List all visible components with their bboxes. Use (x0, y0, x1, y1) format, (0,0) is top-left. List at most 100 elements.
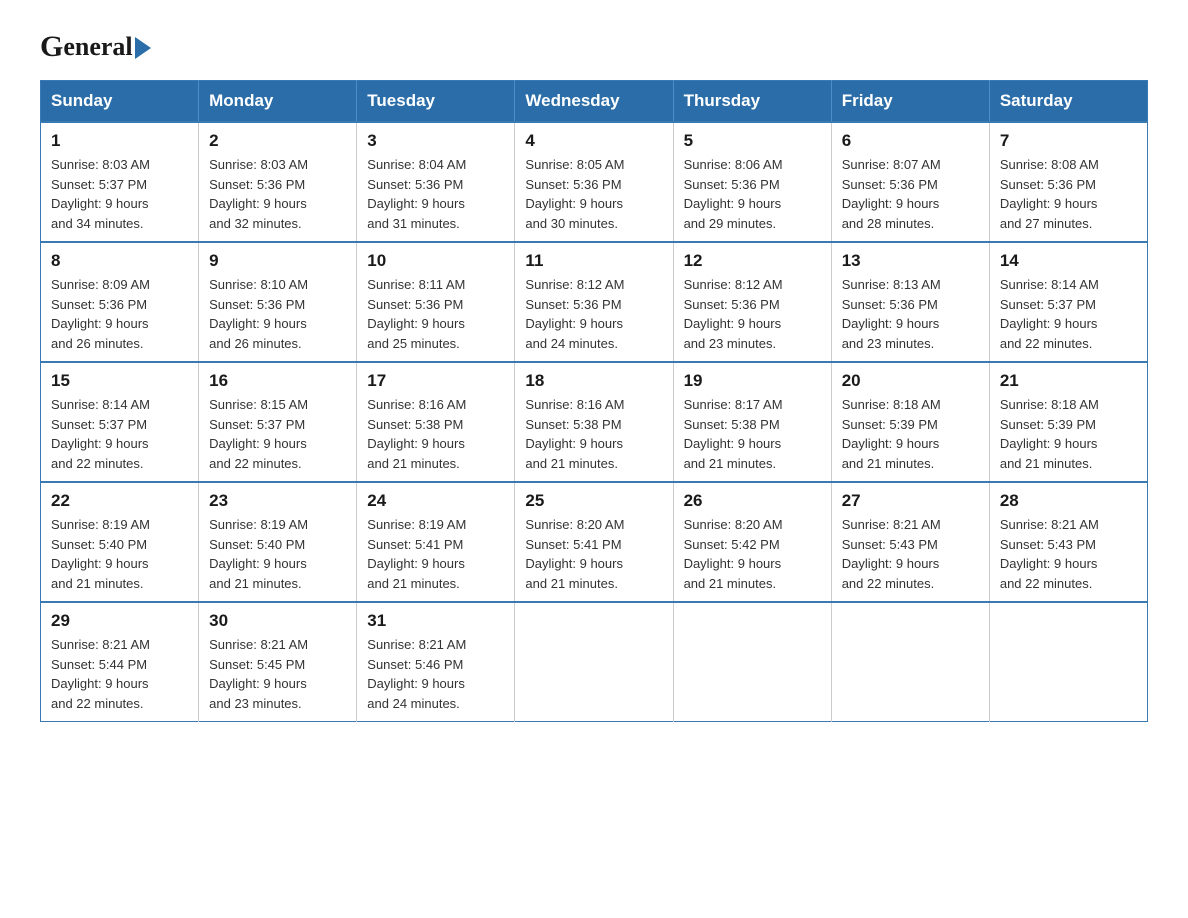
day-info: Sunrise: 8:13 AM Sunset: 5:36 PM Dayligh… (842, 275, 979, 353)
day-info: Sunrise: 8:08 AM Sunset: 5:36 PM Dayligh… (1000, 155, 1137, 233)
calendar-cell: 21 Sunrise: 8:18 AM Sunset: 5:39 PM Dayl… (989, 362, 1147, 482)
day-number: 5 (684, 131, 821, 151)
column-header-thursday: Thursday (673, 81, 831, 123)
day-info: Sunrise: 8:16 AM Sunset: 5:38 PM Dayligh… (525, 395, 662, 473)
calendar-cell: 1 Sunrise: 8:03 AM Sunset: 5:37 PM Dayli… (41, 122, 199, 242)
calendar-header-row: SundayMondayTuesdayWednesdayThursdayFrid… (41, 81, 1148, 123)
day-number: 16 (209, 371, 346, 391)
calendar-week-row: 22 Sunrise: 8:19 AM Sunset: 5:40 PM Dayl… (41, 482, 1148, 602)
day-number: 13 (842, 251, 979, 271)
calendar-cell: 16 Sunrise: 8:15 AM Sunset: 5:37 PM Dayl… (199, 362, 357, 482)
day-info: Sunrise: 8:11 AM Sunset: 5:36 PM Dayligh… (367, 275, 504, 353)
day-number: 1 (51, 131, 188, 151)
day-info: Sunrise: 8:20 AM Sunset: 5:42 PM Dayligh… (684, 515, 821, 593)
calendar-cell: 23 Sunrise: 8:19 AM Sunset: 5:40 PM Dayl… (199, 482, 357, 602)
day-number: 6 (842, 131, 979, 151)
calendar-cell: 3 Sunrise: 8:04 AM Sunset: 5:36 PM Dayli… (357, 122, 515, 242)
day-info: Sunrise: 8:14 AM Sunset: 5:37 PM Dayligh… (1000, 275, 1137, 353)
calendar-cell: 29 Sunrise: 8:21 AM Sunset: 5:44 PM Dayl… (41, 602, 199, 722)
calendar-cell: 20 Sunrise: 8:18 AM Sunset: 5:39 PM Dayl… (831, 362, 989, 482)
calendar-table: SundayMondayTuesdayWednesdayThursdayFrid… (40, 80, 1148, 722)
day-info: Sunrise: 8:21 AM Sunset: 5:43 PM Dayligh… (1000, 515, 1137, 593)
day-info: Sunrise: 8:03 AM Sunset: 5:36 PM Dayligh… (209, 155, 346, 233)
day-number: 24 (367, 491, 504, 511)
calendar-week-row: 29 Sunrise: 8:21 AM Sunset: 5:44 PM Dayl… (41, 602, 1148, 722)
day-number: 28 (1000, 491, 1137, 511)
calendar-cell: 7 Sunrise: 8:08 AM Sunset: 5:36 PM Dayli… (989, 122, 1147, 242)
column-header-monday: Monday (199, 81, 357, 123)
calendar-week-row: 15 Sunrise: 8:14 AM Sunset: 5:37 PM Dayl… (41, 362, 1148, 482)
day-info: Sunrise: 8:05 AM Sunset: 5:36 PM Dayligh… (525, 155, 662, 233)
day-info: Sunrise: 8:21 AM Sunset: 5:44 PM Dayligh… (51, 635, 188, 713)
day-info: Sunrise: 8:14 AM Sunset: 5:37 PM Dayligh… (51, 395, 188, 473)
day-number: 18 (525, 371, 662, 391)
calendar-week-row: 8 Sunrise: 8:09 AM Sunset: 5:36 PM Dayli… (41, 242, 1148, 362)
calendar-cell: 17 Sunrise: 8:16 AM Sunset: 5:38 PM Dayl… (357, 362, 515, 482)
column-header-tuesday: Tuesday (357, 81, 515, 123)
day-info: Sunrise: 8:21 AM Sunset: 5:45 PM Dayligh… (209, 635, 346, 713)
calendar-cell: 28 Sunrise: 8:21 AM Sunset: 5:43 PM Dayl… (989, 482, 1147, 602)
calendar-cell: 4 Sunrise: 8:05 AM Sunset: 5:36 PM Dayli… (515, 122, 673, 242)
day-info: Sunrise: 8:18 AM Sunset: 5:39 PM Dayligh… (1000, 395, 1137, 473)
calendar-cell: 14 Sunrise: 8:14 AM Sunset: 5:37 PM Dayl… (989, 242, 1147, 362)
day-number: 25 (525, 491, 662, 511)
day-info: Sunrise: 8:19 AM Sunset: 5:40 PM Dayligh… (51, 515, 188, 593)
calendar-cell (989, 602, 1147, 722)
day-info: Sunrise: 8:09 AM Sunset: 5:36 PM Dayligh… (51, 275, 188, 353)
calendar-cell: 19 Sunrise: 8:17 AM Sunset: 5:38 PM Dayl… (673, 362, 831, 482)
day-info: Sunrise: 8:12 AM Sunset: 5:36 PM Dayligh… (684, 275, 821, 353)
day-number: 23 (209, 491, 346, 511)
calendar-cell: 18 Sunrise: 8:16 AM Sunset: 5:38 PM Dayl… (515, 362, 673, 482)
calendar-cell: 8 Sunrise: 8:09 AM Sunset: 5:36 PM Dayli… (41, 242, 199, 362)
day-number: 30 (209, 611, 346, 631)
day-number: 20 (842, 371, 979, 391)
calendar-cell: 27 Sunrise: 8:21 AM Sunset: 5:43 PM Dayl… (831, 482, 989, 602)
day-number: 11 (525, 251, 662, 271)
day-number: 26 (684, 491, 821, 511)
day-info: Sunrise: 8:18 AM Sunset: 5:39 PM Dayligh… (842, 395, 979, 473)
day-info: Sunrise: 8:10 AM Sunset: 5:36 PM Dayligh… (209, 275, 346, 353)
day-number: 2 (209, 131, 346, 151)
logo-text-g: G (40, 30, 63, 64)
day-info: Sunrise: 8:04 AM Sunset: 5:36 PM Dayligh… (367, 155, 504, 233)
calendar-cell: 31 Sunrise: 8:21 AM Sunset: 5:46 PM Dayl… (357, 602, 515, 722)
calendar-cell: 24 Sunrise: 8:19 AM Sunset: 5:41 PM Dayl… (357, 482, 515, 602)
day-info: Sunrise: 8:15 AM Sunset: 5:37 PM Dayligh… (209, 395, 346, 473)
day-number: 21 (1000, 371, 1137, 391)
calendar-cell (515, 602, 673, 722)
day-info: Sunrise: 8:21 AM Sunset: 5:43 PM Dayligh… (842, 515, 979, 593)
calendar-cell: 13 Sunrise: 8:13 AM Sunset: 5:36 PM Dayl… (831, 242, 989, 362)
day-number: 12 (684, 251, 821, 271)
calendar-cell: 30 Sunrise: 8:21 AM Sunset: 5:45 PM Dayl… (199, 602, 357, 722)
calendar-cell: 11 Sunrise: 8:12 AM Sunset: 5:36 PM Dayl… (515, 242, 673, 362)
day-info: Sunrise: 8:16 AM Sunset: 5:38 PM Dayligh… (367, 395, 504, 473)
day-number: 31 (367, 611, 504, 631)
day-number: 9 (209, 251, 346, 271)
day-info: Sunrise: 8:17 AM Sunset: 5:38 PM Dayligh… (684, 395, 821, 473)
calendar-cell: 5 Sunrise: 8:06 AM Sunset: 5:36 PM Dayli… (673, 122, 831, 242)
column-header-wednesday: Wednesday (515, 81, 673, 123)
day-info: Sunrise: 8:03 AM Sunset: 5:37 PM Dayligh… (51, 155, 188, 233)
day-number: 29 (51, 611, 188, 631)
day-number: 3 (367, 131, 504, 151)
calendar-cell (673, 602, 831, 722)
calendar-cell: 26 Sunrise: 8:20 AM Sunset: 5:42 PM Dayl… (673, 482, 831, 602)
day-number: 27 (842, 491, 979, 511)
calendar-cell: 9 Sunrise: 8:10 AM Sunset: 5:36 PM Dayli… (199, 242, 357, 362)
day-info: Sunrise: 8:20 AM Sunset: 5:41 PM Dayligh… (525, 515, 662, 593)
day-number: 7 (1000, 131, 1137, 151)
column-header-saturday: Saturday (989, 81, 1147, 123)
logo-text-eneral: eneral (63, 32, 132, 62)
calendar-week-row: 1 Sunrise: 8:03 AM Sunset: 5:37 PM Dayli… (41, 122, 1148, 242)
calendar-cell: 6 Sunrise: 8:07 AM Sunset: 5:36 PM Dayli… (831, 122, 989, 242)
day-number: 8 (51, 251, 188, 271)
day-info: Sunrise: 8:06 AM Sunset: 5:36 PM Dayligh… (684, 155, 821, 233)
column-header-sunday: Sunday (41, 81, 199, 123)
day-number: 4 (525, 131, 662, 151)
calendar-cell: 10 Sunrise: 8:11 AM Sunset: 5:36 PM Dayl… (357, 242, 515, 362)
calendar-cell: 12 Sunrise: 8:12 AM Sunset: 5:36 PM Dayl… (673, 242, 831, 362)
day-number: 10 (367, 251, 504, 271)
day-info: Sunrise: 8:07 AM Sunset: 5:36 PM Dayligh… (842, 155, 979, 233)
page-header: G eneral (40, 30, 1148, 60)
logo-arrow-icon (135, 37, 151, 59)
